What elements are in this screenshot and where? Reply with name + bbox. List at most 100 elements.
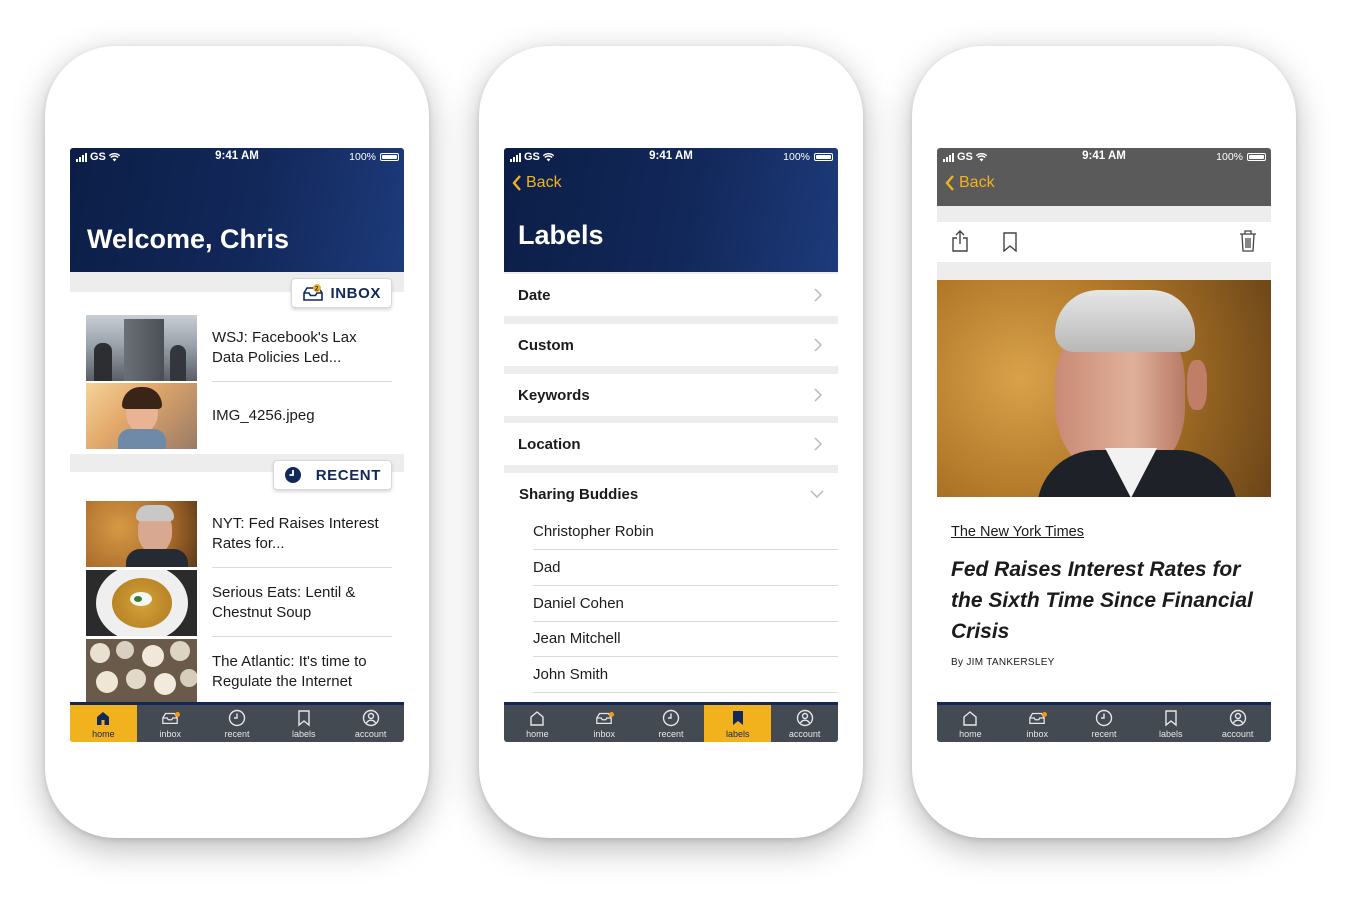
tab-label: home (959, 728, 982, 739)
chevron-left-icon (945, 175, 954, 191)
buddy-item[interactable]: Dad (533, 550, 838, 586)
article-header: GS 9:41 AM 100% Back (937, 148, 1271, 206)
tab-label: home (92, 728, 115, 739)
portrait-photo (86, 501, 197, 567)
bookmark-icon (732, 710, 743, 725)
item-title: WSJ: Facebook's Lax Data Policies Led... (212, 314, 392, 382)
bookmark-icon (298, 709, 310, 726)
article-hero-image (937, 280, 1271, 497)
chevron-right-icon (814, 388, 822, 402)
label-row-location[interactable]: Location (504, 423, 838, 465)
account-icon (362, 709, 379, 726)
buddy-item[interactable]: Daniel Cohen (533, 586, 838, 622)
row-label: Location (518, 435, 581, 453)
chevron-right-icon (814, 288, 822, 302)
item-title: NYT: Fed Raises Interest Rates for... (212, 500, 392, 568)
status-bar: GS 9:41 AM 100% (937, 148, 1271, 166)
item-title: IMG_4256.jpeg (212, 407, 315, 424)
divider (937, 262, 1271, 280)
buddy-item[interactable]: Christopher Robin (533, 514, 838, 550)
tab-home[interactable]: home (70, 705, 137, 742)
back-label: Back (526, 174, 562, 191)
tab-label: labels (1159, 728, 1183, 739)
status-bar: GS 9:41 AM 100% (504, 148, 838, 166)
clock-icon (284, 467, 301, 483)
article-headline: Fed Raises Interest Rates for the Sixth … (951, 558, 1253, 643)
tab-bar: home inbox recent labels account (937, 702, 1271, 742)
tab-home[interactable]: home (504, 705, 571, 742)
list-item[interactable]: IMG_4256.jpeg (86, 382, 392, 450)
battery-icon (380, 153, 399, 161)
bookmark-icon[interactable] (1002, 232, 1018, 252)
list-item[interactable]: NYT: Fed Raises Interest Rates for... (86, 500, 392, 568)
back-button[interactable]: Back (945, 174, 995, 192)
battery-icon (1247, 153, 1266, 161)
phone-article: GS 9:41 AM 100% Back The New York Times … (912, 46, 1296, 838)
tab-labels[interactable]: labels (704, 705, 772, 742)
inbox-badge: 2 (315, 286, 319, 293)
label-row-custom[interactable]: Custom (504, 324, 838, 366)
selfie-photo (86, 383, 197, 449)
article-source-link[interactable]: The New York Times (951, 524, 1084, 540)
article-toolbar (937, 222, 1271, 262)
chevron-right-icon (814, 338, 822, 352)
tab-label: labels (726, 728, 750, 739)
tab-labels[interactable]: labels (270, 705, 337, 742)
tab-account[interactable]: account (771, 705, 838, 742)
tab-inbox[interactable]: inbox (137, 705, 204, 742)
chevron-right-icon (814, 437, 822, 451)
recent-label: RECENT (315, 466, 381, 484)
tab-label: account (788, 728, 821, 739)
label-row-sharing-buddies[interactable]: Sharing Buddies (504, 473, 838, 515)
list-item[interactable]: WSJ: Facebook's Lax Data Policies Led... (86, 314, 392, 382)
notification-dot (609, 712, 615, 717)
chevron-down-icon (810, 490, 824, 498)
home-icon (963, 710, 978, 726)
tab-account[interactable]: account (1204, 705, 1271, 742)
status-bar: GS 9:41 AM 100% (70, 148, 404, 166)
share-icon[interactable] (951, 230, 969, 252)
battery-icon (814, 153, 833, 161)
tab-labels[interactable]: labels (1137, 705, 1204, 742)
row-label: Keywords (518, 386, 590, 404)
label-row-date[interactable]: Date (504, 274, 838, 316)
tab-inbox[interactable]: inbox (571, 705, 638, 742)
tab-label: recent (658, 728, 684, 739)
tab-label: account (1221, 728, 1254, 739)
trash-icon[interactable] (1239, 230, 1257, 252)
home-screen: GS 9:41 AM 100% Welcome, Chris 2 INBOX W… (70, 148, 404, 742)
tab-label: account (354, 728, 387, 739)
divider (937, 206, 1271, 222)
buddy-item[interactable]: John Smith (533, 657, 838, 693)
tab-bar: home inbox recent labels account (70, 702, 404, 742)
back-button[interactable]: Back (512, 174, 562, 192)
account-icon (1229, 709, 1246, 726)
home-icon (97, 711, 110, 725)
article-screen: GS 9:41 AM 100% Back The New York Times … (937, 148, 1271, 742)
label-row-keywords[interactable]: Keywords (504, 374, 838, 416)
battery-percent: 100% (349, 151, 376, 163)
notification-dot (1042, 712, 1048, 717)
phone-home: GS 9:41 AM 100% Welcome, Chris 2 INBOX W… (45, 46, 429, 838)
tab-label: home (526, 728, 549, 739)
tab-recent[interactable]: recent (638, 705, 705, 742)
page-title: Labels (518, 220, 604, 250)
chevron-left-icon (512, 175, 521, 191)
tab-recent[interactable]: recent (204, 705, 271, 742)
clock-icon (228, 709, 246, 726)
buddy-item[interactable]: Jean Mitchell (533, 621, 838, 657)
battery-percent: 100% (1216, 151, 1243, 163)
back-label: Back (959, 174, 995, 191)
tab-home[interactable]: home (937, 705, 1004, 742)
recent-button[interactable]: RECENT (272, 460, 392, 490)
clock-icon (662, 709, 680, 726)
list-item[interactable]: Serious Eats: Lentil & Chestnut Soup (86, 569, 392, 637)
soup-photo (86, 570, 197, 636)
row-label: Date (518, 286, 551, 304)
inbox-button[interactable]: 2 INBOX (291, 278, 392, 308)
phone-labels: GS 9:41 AM 100% Back Labels Date Custom … (479, 46, 863, 838)
tab-inbox[interactable]: inbox (1004, 705, 1071, 742)
tab-account[interactable]: account (337, 705, 404, 742)
list-item[interactable]: The Atlantic: It's time to Regulate the … (86, 638, 392, 706)
tab-recent[interactable]: recent (1071, 705, 1138, 742)
